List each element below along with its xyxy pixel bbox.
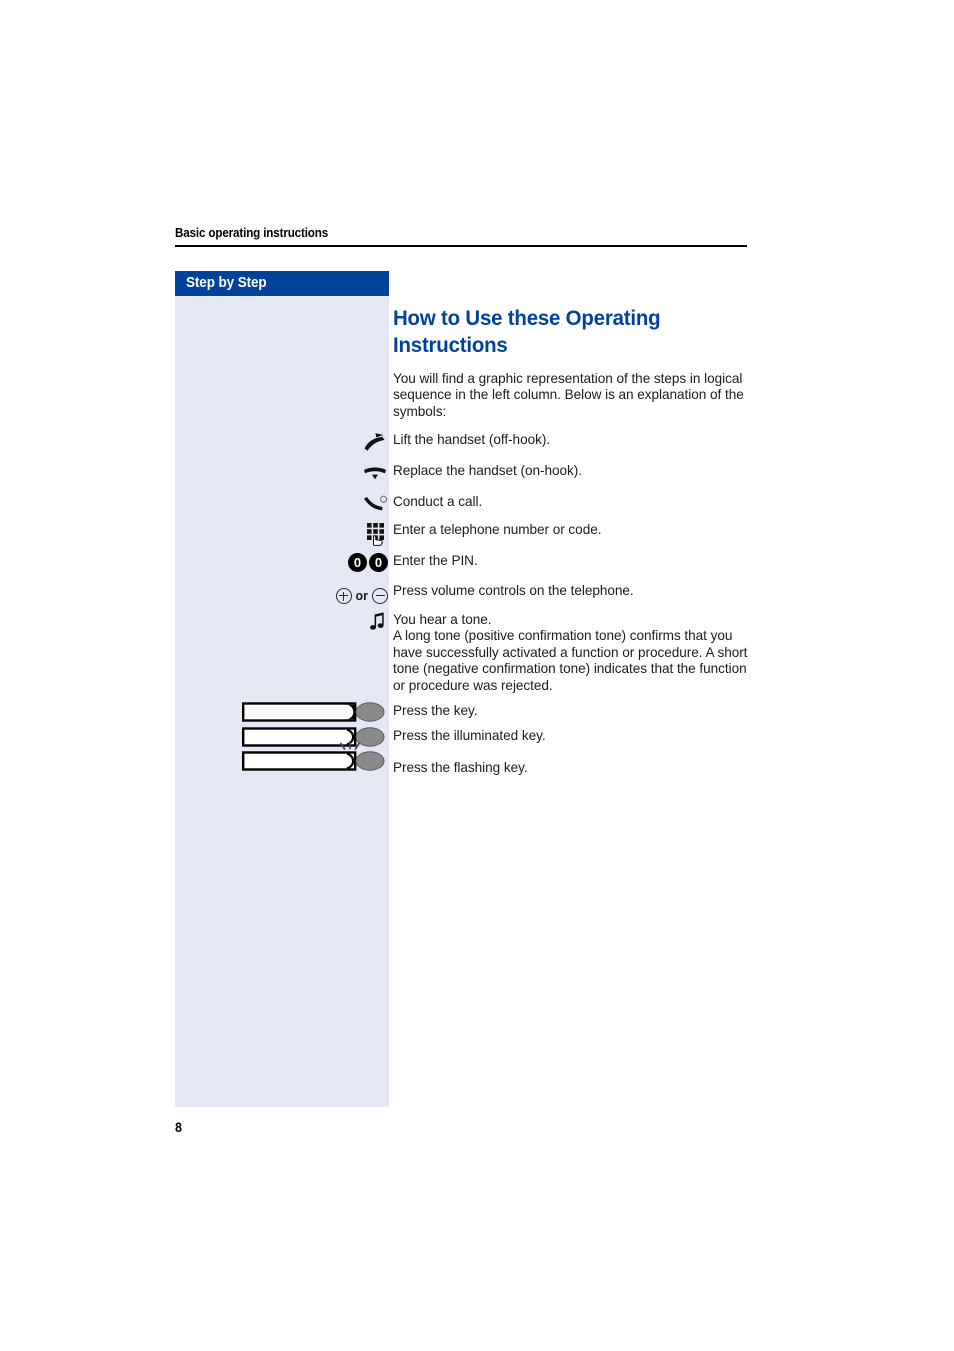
lift-handset-icon bbox=[330, 432, 388, 454]
volume-plus-minus-icon: or bbox=[326, 583, 388, 605]
step-by-step-band: Step by Step bbox=[175, 271, 389, 296]
key-text-flashing: Press the flashing key. bbox=[393, 760, 528, 775]
conduct-call-handset-icon bbox=[330, 494, 388, 516]
key-plain-icon bbox=[242, 700, 385, 726]
key-text-plain: Press the key. bbox=[393, 703, 478, 718]
pin-zero-zero-icon: 00 bbox=[330, 553, 388, 575]
keypad-icon bbox=[330, 522, 388, 546]
symbol-text-lift-handset: Lift the handset (off-hook). bbox=[393, 432, 551, 447]
key-row-flashing: Press the flashing key. bbox=[175, 740, 750, 775]
symbol-text-tone-group: You hear a tone. A long tone (positive c… bbox=[393, 612, 749, 694]
symbol-text-keypad: Enter a telephone number or code. bbox=[393, 522, 602, 537]
page-title: How to Use these Operating Instructions bbox=[393, 306, 661, 357]
document-page: Basic operating instructions Step by Ste… bbox=[0, 0, 954, 1351]
running-header-text: Basic operating instructions bbox=[175, 226, 329, 240]
symbol-text-replace-handset: Replace the handset (on-hook). bbox=[393, 463, 582, 478]
symbol-text-tone-detail: A long tone (positive confirmation tone)… bbox=[393, 628, 748, 693]
replace-handset-icon bbox=[330, 463, 388, 485]
running-header: Basic operating instructions bbox=[175, 226, 747, 240]
step-by-step-label: Step by Step bbox=[186, 275, 267, 291]
symbol-text-pin: Enter the PIN. bbox=[393, 553, 478, 568]
symbol-text-conduct-call: Conduct a call. bbox=[393, 494, 483, 509]
key-row-plain: Press the key. bbox=[175, 700, 750, 726]
page-number: 8 bbox=[175, 1120, 182, 1135]
intro-paragraph: You will find a graphic representation o… bbox=[393, 371, 744, 419]
pin-badge-right: 0 bbox=[369, 553, 388, 572]
volume-down-icon bbox=[372, 588, 388, 604]
key-text-illuminated: Press the illuminated key. bbox=[393, 728, 546, 743]
volume-up-icon bbox=[335, 588, 352, 604]
volume-or-label: or bbox=[355, 589, 369, 603]
pin-badge-left: 0 bbox=[348, 553, 367, 572]
header-rule bbox=[175, 245, 747, 247]
symbol-text-volume: Press volume controls on the telephone. bbox=[393, 583, 634, 598]
tone-music-note-icon bbox=[330, 612, 388, 634]
symbol-text-tone: You hear a tone. bbox=[393, 612, 492, 627]
key-flashing-icon bbox=[242, 740, 385, 775]
